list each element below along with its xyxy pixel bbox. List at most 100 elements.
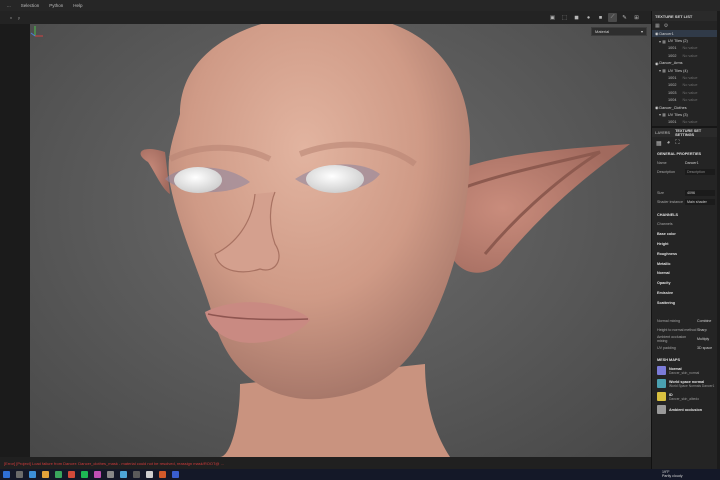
mesh-map-text: Ambient occlusion: [669, 408, 702, 412]
channel-item[interactable]: Height: [652, 239, 720, 249]
app-icon[interactable]: [159, 471, 166, 478]
mesh-map-item[interactable]: World space normal World Space Normals Da…: [652, 377, 720, 390]
grid-icon[interactable]: ▦: [655, 23, 660, 29]
channel-item[interactable]: Opacity: [652, 278, 720, 288]
channels-title: CHANNELS: [657, 213, 679, 218]
uv-tiles-row[interactable]: ▾ ▦ UV Tiles (4): [652, 67, 720, 74]
start-icon[interactable]: [3, 471, 10, 478]
face: [168, 24, 470, 400]
uv-padding-dropdown[interactable]: 3D space: [697, 346, 712, 350]
toolbar-left-2[interactable]: y: [18, 15, 20, 20]
uv-tiles-row[interactable]: ▾ ▦ UV Tiles (3): [652, 111, 720, 118]
mesh-map-thumbnail: [657, 392, 666, 402]
sphere-icon[interactable]: ●: [584, 13, 593, 22]
channel-item[interactable]: Normal: [652, 269, 720, 279]
channel-item[interactable]: Metallic: [652, 259, 720, 269]
bake-icon[interactable]: ⛶: [675, 140, 679, 147]
square-icon[interactable]: ■: [596, 13, 605, 22]
right-panel: TEXTURE SET LIST ▦ ⚙ ◉ Dancer1 ▾ ▦ UV Til…: [651, 11, 720, 469]
app-icon[interactable]: [94, 471, 101, 478]
tile-row[interactable]: 1001 No value: [652, 45, 720, 52]
shader-dropdown[interactable]: Main shader: [685, 198, 715, 205]
app-icon[interactable]: [29, 471, 36, 478]
pen-icon[interactable]: ✎: [620, 13, 629, 22]
os-taskbar: [0, 469, 720, 480]
app-icon[interactable]: [81, 471, 88, 478]
name-field[interactable]: Dancer1: [685, 161, 699, 165]
left-eye: [174, 167, 222, 193]
tile-row[interactable]: 1003 No value: [652, 89, 720, 96]
app-icon[interactable]: [133, 471, 140, 478]
head-model: [140, 24, 630, 457]
size-dropdown[interactable]: 4096: [685, 189, 715, 196]
folder-icon[interactable]: ⬚: [560, 13, 569, 22]
weather-desc: Partly cloudy: [662, 474, 683, 479]
tile-row[interactable]: 1001 No value: [652, 119, 720, 126]
chevron-down-icon[interactable]: ▾ ▦: [659, 112, 666, 117]
app-icon[interactable]: [146, 471, 153, 478]
texture-set-item[interactable]: ◉ Dancer_Arms: [652, 60, 720, 67]
app-icon[interactable]: [107, 471, 114, 478]
chevron-down-icon[interactable]: ▾ ▦: [659, 39, 666, 44]
menu-item-1[interactable]: ...: [2, 3, 16, 8]
projection-icon[interactable]: ⊞: [632, 13, 641, 22]
tile-value: No value: [682, 53, 698, 58]
description-field[interactable]: Description: [685, 168, 715, 175]
ao-mixing-dropdown[interactable]: Multiply: [697, 337, 709, 341]
tile-value: No value: [682, 46, 698, 51]
height-to-normal-dropdown[interactable]: Sharp: [697, 328, 707, 332]
camera-icon[interactable]: ◼: [572, 13, 581, 22]
property-label: Normal mixing: [657, 318, 680, 323]
mesh-map-item[interactable]: Normal Dancer_skin_normal: [652, 364, 720, 377]
3d-viewport[interactable]: Material ▾: [30, 24, 651, 457]
menu-item-python[interactable]: Python: [44, 3, 68, 8]
channel-item[interactable]: Emissive: [652, 288, 720, 298]
gear-icon[interactable]: ⚙: [664, 23, 668, 29]
channel-item[interactable]: Roughness: [652, 249, 720, 259]
tab-texture-set-settings[interactable]: TEXTURE SET SETTINGS: [675, 129, 720, 137]
mesh-map-item[interactable]: Ambient occlusion: [652, 403, 720, 416]
tab-layers[interactable]: LAYERS: [655, 131, 670, 135]
tile-row[interactable]: 1002 No value: [652, 52, 720, 59]
app-icon[interactable]: [120, 471, 127, 478]
tile-row[interactable]: 1004 No value: [652, 97, 720, 104]
menu-item-help[interactable]: Help: [68, 3, 87, 8]
sphere-icon[interactable]: ◕: [667, 140, 671, 146]
channel-item[interactable]: Scattering: [652, 298, 720, 308]
channel-item[interactable]: Base color: [652, 229, 720, 239]
grid-icon[interactable]: ▦: [656, 140, 662, 147]
texture-set-item[interactable]: ◉ Dancer1: [652, 30, 720, 38]
mesh-map-name: Ambient occlusion: [669, 407, 702, 412]
app-icon[interactable]: [172, 471, 179, 478]
app-icon[interactable]: [55, 471, 62, 478]
app-icon[interactable]: [42, 471, 49, 478]
menu-item-selection[interactable]: Selection: [16, 3, 45, 8]
normal-mixing-dropdown[interactable]: Combine: [697, 319, 711, 323]
right-ear: [448, 144, 630, 273]
right-eye: [306, 165, 364, 193]
texture-set-tools: ▦ ⚙: [652, 21, 720, 30]
description-property: Description Description: [652, 167, 720, 176]
tile-id: 1001: [668, 120, 677, 125]
texture-set-list: ◉ Dancer1 ▾ ▦ UV Tiles (2) 1001 No value 1…: [652, 30, 720, 126]
tile-row[interactable]: 1001 No value: [652, 74, 720, 81]
mesh-map-item[interactable]: ID Dancer_skin_albedo: [652, 390, 720, 403]
chevron-down-icon[interactable]: ▾ ▦: [659, 68, 666, 73]
viewport-mode-dropdown[interactable]: Material ▾: [591, 27, 647, 36]
search-icon[interactable]: [16, 471, 23, 478]
uv-tiles-row[interactable]: ▾ ▦ UV Tiles (2): [652, 37, 720, 44]
tile-row[interactable]: 1002 No value: [652, 82, 720, 89]
axis-gizmo-icon: [30, 26, 43, 37]
panel-tabs: LAYERS TEXTURE SET SETTINGS: [652, 128, 720, 138]
weather-widget[interactable]: 19°F Partly cloudy: [662, 470, 683, 479]
toolbar-left-1[interactable]: x: [10, 15, 12, 20]
texture-set-item[interactable]: ◉ Dancer_Clothes: [652, 104, 720, 111]
normal-mixing-property: Normal mixing Combine: [652, 316, 720, 325]
app-icon[interactable]: [68, 471, 75, 478]
size-property: Size 4096: [652, 188, 720, 197]
display-icon[interactable]: ▣: [548, 13, 557, 22]
log-console: [Error] [Project] Load failure from Danc…: [0, 457, 651, 469]
tile-id: 1002: [668, 83, 677, 88]
tile-value: No value: [682, 76, 698, 81]
brush-icon[interactable]: ⟋: [608, 13, 617, 22]
